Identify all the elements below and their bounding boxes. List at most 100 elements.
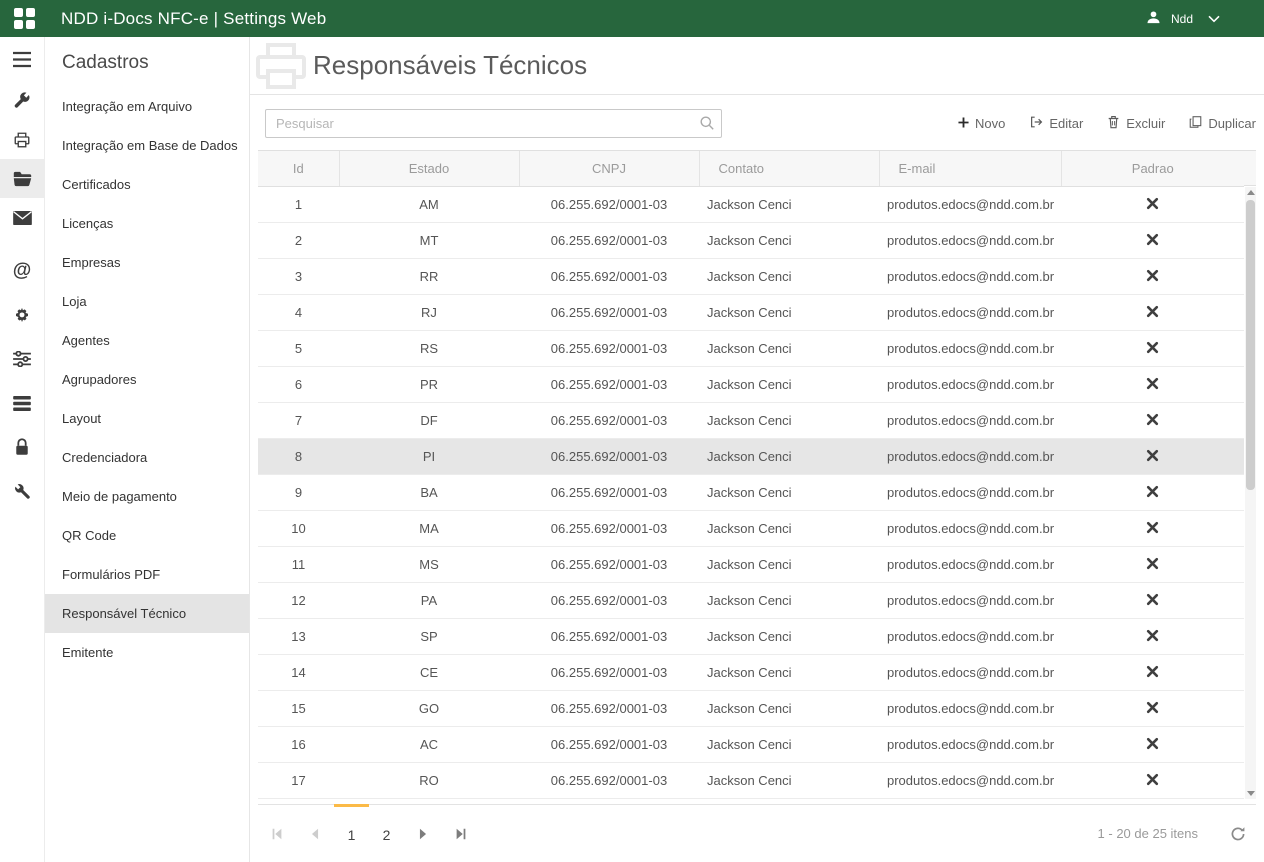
table-row[interactable]: 17RO06.255.692/0001-03Jackson Cenciprodu… xyxy=(258,763,1244,799)
sidebar-item[interactable]: Integração em Base de Dados xyxy=(45,126,249,165)
table-row[interactable]: 11MS06.255.692/0001-03Jackson Cenciprodu… xyxy=(258,547,1244,583)
wrench-icon[interactable] xyxy=(0,469,44,513)
folder-icon[interactable] xyxy=(0,159,44,198)
pager-page-2[interactable]: 2 xyxy=(369,804,404,862)
sidebar-item[interactable]: Integração em Arquivo xyxy=(45,87,249,126)
not-default-icon xyxy=(1146,522,1159,537)
search-icon[interactable] xyxy=(699,115,715,136)
vertical-scrollbar[interactable] xyxy=(1245,187,1256,799)
sidebar-item[interactable]: Emitente xyxy=(45,633,249,672)
lock-icon[interactable] xyxy=(0,425,44,469)
table-row[interactable]: 3RR06.255.692/0001-03Jackson Cenciprodut… xyxy=(258,259,1244,295)
refresh-button[interactable] xyxy=(1220,805,1256,862)
excluir-button[interactable]: Excluir xyxy=(1107,115,1165,132)
sidebar: Cadastros Integração em ArquivoIntegraçã… xyxy=(45,37,250,862)
table-row[interactable]: 6PR06.255.692/0001-03Jackson Cenciprodut… xyxy=(258,367,1244,403)
table-row[interactable]: 1AM06.255.692/0001-03Jackson Cenciprodut… xyxy=(258,187,1244,223)
not-default-icon xyxy=(1146,702,1159,717)
table-row[interactable]: 9BA06.255.692/0001-03Jackson Cenciprodut… xyxy=(258,475,1244,511)
search-input[interactable] xyxy=(265,109,722,138)
chevron-down-icon xyxy=(1208,12,1220,26)
pager-next-button[interactable] xyxy=(404,805,442,862)
table-row[interactable]: 10MA06.255.692/0001-03Jackson Cenciprodu… xyxy=(258,511,1244,547)
sidebar-item[interactable]: Meio de pagamento xyxy=(45,477,249,516)
not-default-icon xyxy=(1146,198,1159,213)
table-row[interactable]: 16AC06.255.692/0001-03Jackson Cenciprodu… xyxy=(258,727,1244,763)
sidebar-item[interactable]: Loja xyxy=(45,282,249,321)
printer-icon[interactable] xyxy=(0,120,44,159)
sidebar-item[interactable]: Layout xyxy=(45,399,249,438)
not-default-icon xyxy=(1146,630,1159,645)
grid-table: IdEstadoCNPJContatoE-mailPadrao 1AM06.25… xyxy=(258,150,1244,799)
pager-page-1[interactable]: 1 xyxy=(334,804,369,862)
sidebar-item[interactable]: Responsável Técnico xyxy=(45,594,249,633)
sliders-icon[interactable] xyxy=(0,337,44,381)
column-header-cnpj[interactable]: CNPJ xyxy=(519,151,699,187)
search-box xyxy=(265,109,722,138)
user-label: Ndd xyxy=(1171,12,1193,26)
scroll-down-arrow[interactable] xyxy=(1245,788,1256,799)
gear-icon[interactable] xyxy=(0,293,44,337)
menu-icon[interactable] xyxy=(0,37,44,81)
not-default-icon xyxy=(1146,306,1159,321)
copy-icon xyxy=(1189,115,1202,132)
sidebar-item[interactable]: QR Code xyxy=(45,516,249,555)
scroll-up-arrow[interactable] xyxy=(1245,187,1256,198)
not-default-icon xyxy=(1146,594,1159,609)
sidebar-menu: Integração em ArquivoIntegração em Base … xyxy=(45,87,249,672)
sidebar-item[interactable]: Agrupadores xyxy=(45,360,249,399)
duplicar-button[interactable]: Duplicar xyxy=(1189,115,1256,132)
pager-prev-button[interactable] xyxy=(296,805,334,862)
sidebar-item[interactable]: Formulários PDF xyxy=(45,555,249,594)
table-row[interactable]: 14CE06.255.692/0001-03Jackson Cenciprodu… xyxy=(258,655,1244,691)
sidebar-item[interactable]: Credenciadora xyxy=(45,438,249,477)
table-row[interactable]: 15GO06.255.692/0001-03Jackson Cenciprodu… xyxy=(258,691,1244,727)
topbar: NDD i-Docs NFC-e | Settings Web Ndd xyxy=(0,0,1264,37)
data-grid: IdEstadoCNPJContatoE-mailPadrao 1AM06.25… xyxy=(258,150,1256,805)
table-row[interactable]: 5RS06.255.692/0001-03Jackson Cenciprodut… xyxy=(258,331,1244,367)
column-header-contato[interactable]: Contato xyxy=(699,151,879,187)
not-default-icon xyxy=(1146,234,1159,249)
scrollbar-corner xyxy=(1244,150,1256,186)
pager-last-button[interactable] xyxy=(442,805,480,862)
content-area: Novo Editar Excluir xyxy=(250,95,1264,862)
pager: 12 1 - 20 de 25 itens xyxy=(258,804,1256,862)
main-content: Responsáveis Técnicos Novo xyxy=(250,37,1264,862)
table-row[interactable]: 12PA06.255.692/0001-03Jackson Cenciprodu… xyxy=(258,583,1244,619)
sidebar-item[interactable]: Empresas xyxy=(45,243,249,282)
stack-icon[interactable] xyxy=(0,381,44,425)
mail-icon[interactable] xyxy=(0,198,44,237)
page-header: Responsáveis Técnicos xyxy=(250,37,1264,95)
sidebar-item[interactable]: Certificados xyxy=(45,165,249,204)
pager-first-button[interactable] xyxy=(258,805,296,862)
column-header-estado[interactable]: Estado xyxy=(339,151,519,187)
column-header-padrao[interactable]: Padrao xyxy=(1061,151,1244,187)
table-row[interactable]: 13SP06.255.692/0001-03Jackson Cenciprodu… xyxy=(258,619,1244,655)
not-default-icon xyxy=(1146,450,1159,465)
editar-button[interactable]: Editar xyxy=(1029,115,1083,132)
not-default-icon xyxy=(1146,270,1159,285)
page-printer-icon xyxy=(254,41,308,96)
user-menu[interactable]: Ndd xyxy=(1145,9,1220,29)
novo-label: Novo xyxy=(975,116,1005,131)
pager-info: 1 - 20 de 25 itens xyxy=(1098,826,1198,841)
app-launcher-icon[interactable] xyxy=(14,8,36,30)
table-row[interactable]: 2MT06.255.692/0001-03Jackson Cenciprodut… xyxy=(258,223,1244,259)
novo-button[interactable]: Novo xyxy=(958,116,1005,131)
column-header-id[interactable]: Id xyxy=(258,151,339,187)
at-icon[interactable]: @ xyxy=(0,249,44,293)
scroll-thumb[interactable] xyxy=(1246,200,1255,490)
sidebar-item[interactable]: Licenças xyxy=(45,204,249,243)
app-title: NDD i-Docs NFC-e | Settings Web xyxy=(61,9,326,29)
grid-toolbar: Novo Editar Excluir xyxy=(958,115,1256,132)
sidebar-item[interactable]: Agentes xyxy=(45,321,249,360)
column-header-email[interactable]: E-mail xyxy=(879,151,1061,187)
not-default-icon xyxy=(1146,342,1159,357)
table-row[interactable]: 4RJ06.255.692/0001-03Jackson Cenciprodut… xyxy=(258,295,1244,331)
table-row[interactable]: 8PI06.255.692/0001-03Jackson Cenciprodut… xyxy=(258,439,1244,475)
not-default-icon xyxy=(1146,666,1159,681)
tools-icon[interactable] xyxy=(0,81,44,120)
plus-icon xyxy=(958,116,969,131)
user-icon xyxy=(1145,9,1162,29)
table-row[interactable]: 7DF06.255.692/0001-03Jackson Cenciprodut… xyxy=(258,403,1244,439)
